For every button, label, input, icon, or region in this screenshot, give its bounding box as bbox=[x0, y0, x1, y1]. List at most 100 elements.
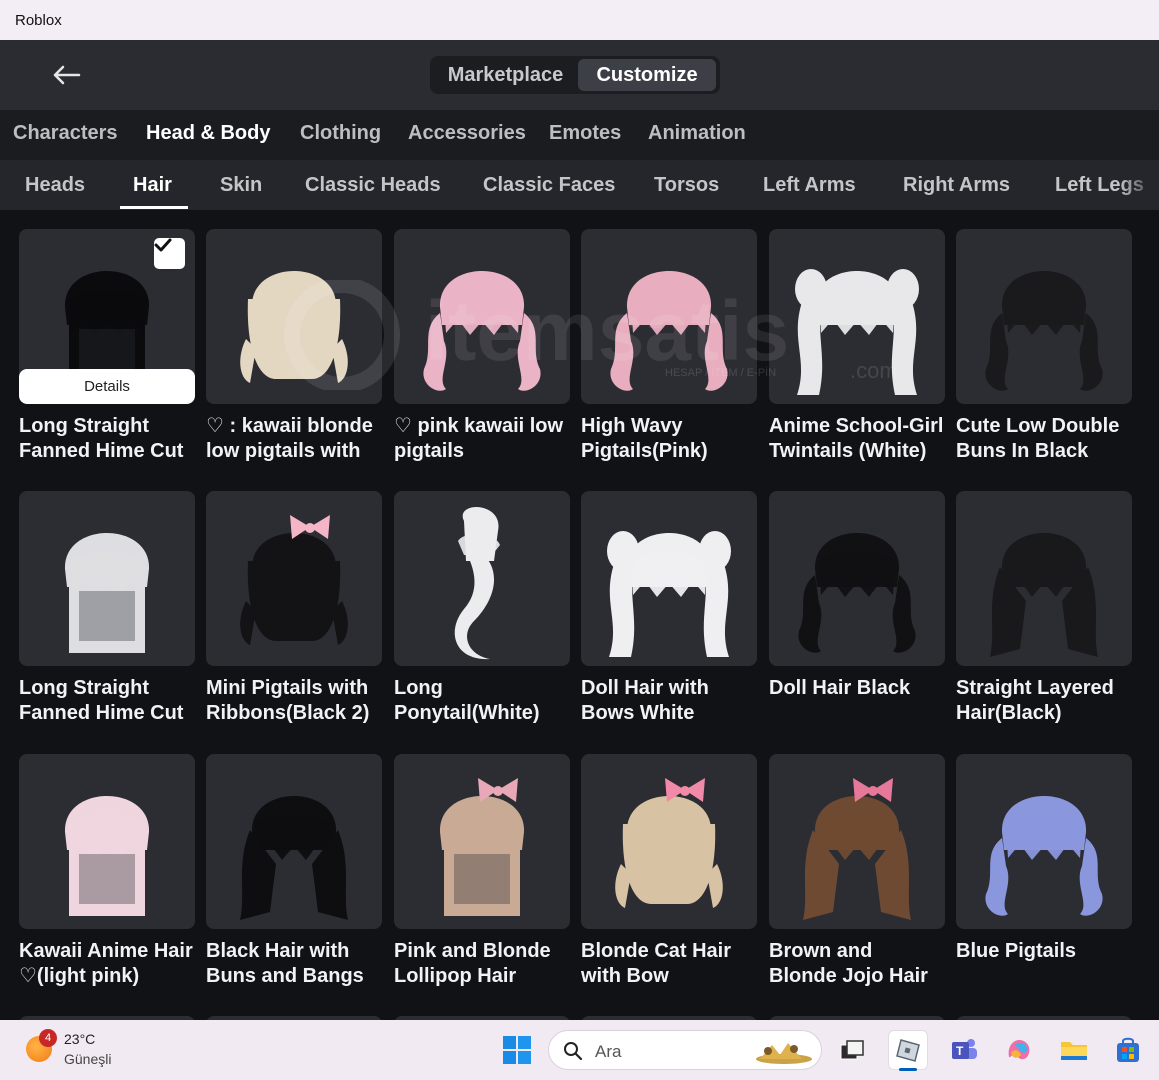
item-card[interactable]: Doll Hair with Bows White bbox=[581, 491, 757, 726]
item-card[interactable]: Details Long Straight Fanned Hime Cut bbox=[19, 229, 195, 464]
item-name: Blonde Cat Hair with Bow bbox=[581, 940, 732, 987]
start-icon[interactable] bbox=[502, 1035, 532, 1065]
weather-temperature[interactable]: 23°C bbox=[64, 1031, 95, 1047]
back-button[interactable] bbox=[46, 58, 86, 92]
item-card[interactable]: Brown and Blonde Jojo Hair bbox=[769, 754, 945, 989]
subtab-skin[interactable]: Skin bbox=[220, 174, 262, 197]
item-name: Brown and Blonde Jojo Hair bbox=[769, 940, 928, 987]
store-icon[interactable] bbox=[1108, 1030, 1148, 1070]
copilot-icon[interactable] bbox=[999, 1030, 1039, 1070]
item-thumbnail[interactable] bbox=[956, 229, 1132, 404]
item-name: Doll Hair with Bows White bbox=[581, 677, 709, 724]
item-thumbnail[interactable] bbox=[394, 491, 570, 666]
item-thumbnail[interactable] bbox=[956, 754, 1132, 929]
item-card[interactable]: Long Ponytail(White) bbox=[394, 491, 570, 726]
item-thumbnail[interactable] bbox=[956, 491, 1132, 666]
window-title: Roblox bbox=[0, 0, 1159, 40]
search-highlight-icon bbox=[756, 1043, 812, 1064]
category-emotes[interactable]: Emotes bbox=[549, 122, 621, 145]
tab-marketplace[interactable]: Marketplace bbox=[433, 59, 578, 91]
subtab-classic-heads[interactable]: Classic Heads bbox=[305, 174, 441, 197]
subtab-left-arms[interactable]: Left Arms bbox=[763, 174, 856, 197]
item-name: Black Hair with Buns and Bangs bbox=[206, 940, 364, 987]
item-thumbnail[interactable] bbox=[769, 229, 945, 404]
item-name: High Wavy Pigtails(Pink) bbox=[581, 415, 708, 462]
hair-preview-icon bbox=[240, 796, 348, 920]
hair-preview-icon bbox=[615, 778, 723, 908]
item-thumbnail[interactable] bbox=[206, 229, 382, 404]
item-thumbnail[interactable] bbox=[581, 229, 757, 404]
hair-preview-icon bbox=[64, 533, 150, 653]
item-thumbnail[interactable] bbox=[394, 754, 570, 929]
item-thumbnail[interactable] bbox=[394, 229, 570, 404]
item-card[interactable]: Black Hair with Buns and Bangs bbox=[206, 754, 382, 989]
hair-preview-icon bbox=[64, 796, 150, 916]
item-thumbnail[interactable] bbox=[19, 754, 195, 929]
taskbar-search[interactable]: Ara bbox=[548, 1030, 822, 1070]
item-card[interactable]: Long Straight Fanned Hime Cut bbox=[19, 491, 195, 726]
taskbar: 4 23°C Güneşli Ara T bbox=[0, 1020, 1159, 1080]
hair-preview-icon bbox=[240, 515, 348, 645]
category-animation[interactable]: Animation bbox=[648, 122, 746, 145]
item-name: Cute Low Double Buns In Black bbox=[956, 415, 1120, 462]
item-card[interactable]: ♡ pink kawaii low pigtails bbox=[394, 229, 570, 464]
hair-preview-icon bbox=[454, 507, 500, 660]
checkmark-icon bbox=[154, 238, 172, 252]
hair-preview-icon bbox=[990, 533, 1098, 657]
subtab-torsos[interactable]: Torsos bbox=[654, 174, 719, 197]
item-thumbnail[interactable] bbox=[769, 754, 945, 929]
file-explorer-icon[interactable] bbox=[1054, 1030, 1094, 1070]
item-name: Pink and Blonde Lollipop Hair bbox=[394, 940, 551, 987]
item-name: ♡ pink kawaii low pigtails bbox=[394, 415, 564, 462]
weather-description[interactable]: Güneşli bbox=[64, 1051, 111, 1067]
details-button[interactable]: Details bbox=[19, 369, 195, 404]
category-accessories[interactable]: Accessories bbox=[408, 122, 526, 145]
item-name: Long Ponytail(White) bbox=[394, 677, 540, 724]
category-head-and-body[interactable]: Head & Body bbox=[146, 122, 270, 145]
category-clothing[interactable]: Clothing bbox=[300, 122, 381, 145]
item-grid: Details Long Straight Fanned Hime Cut ♡ : … bbox=[0, 210, 1159, 1020]
item-name: ♡ : kawaii blonde low pigtails with bbox=[206, 415, 373, 462]
item-card[interactable]: Blue Pigtails bbox=[956, 754, 1132, 989]
subtab-heads[interactable]: Heads bbox=[25, 174, 85, 197]
tab-customize[interactable]: Customize bbox=[578, 59, 716, 91]
item-card[interactable]: Pink and Blonde Lollipop Hair bbox=[394, 754, 570, 989]
item-thumbnail[interactable] bbox=[769, 491, 945, 666]
hair-preview-icon bbox=[795, 269, 919, 395]
category-characters[interactable]: Characters bbox=[13, 122, 118, 145]
hair-preview-icon bbox=[610, 271, 728, 391]
search-placeholder: Ara bbox=[595, 1042, 622, 1061]
hair-preview-icon bbox=[439, 778, 525, 916]
search-icon bbox=[564, 1042, 583, 1061]
hair-preview-icon bbox=[803, 778, 911, 920]
item-thumbnail[interactable] bbox=[581, 491, 757, 666]
item-thumbnail[interactable] bbox=[581, 754, 757, 929]
task-view-icon[interactable] bbox=[832, 1030, 872, 1070]
item-card[interactable]: Mini Pigtails with Ribbons(Black 2) bbox=[206, 491, 382, 726]
item-thumbnail[interactable] bbox=[19, 491, 195, 666]
item-card[interactable]: Anime School-Girl Twintails (White) bbox=[769, 229, 945, 464]
category-tabs: Characters Head & Body Clothing Accessor… bbox=[0, 110, 1159, 160]
equipped-checkbox[interactable] bbox=[154, 238, 185, 269]
subtab-right-arms[interactable]: Right Arms bbox=[903, 174, 1010, 197]
subtab-classic-faces[interactable]: Classic Faces bbox=[483, 174, 615, 197]
item-thumbnail[interactable] bbox=[206, 491, 382, 666]
hair-preview-icon bbox=[240, 271, 348, 383]
teams-icon[interactable]: T bbox=[944, 1030, 984, 1070]
roblox-icon[interactable] bbox=[888, 1030, 928, 1070]
item-card[interactable]: High Wavy Pigtails(Pink) bbox=[581, 229, 757, 464]
hair-preview-icon bbox=[985, 796, 1103, 916]
subtab-hair[interactable]: Hair bbox=[133, 174, 172, 197]
item-card[interactable]: Blonde Cat Hair with Bow bbox=[581, 754, 757, 989]
hair-preview-icon bbox=[985, 271, 1103, 391]
item-name: Blue Pigtails bbox=[956, 940, 1077, 962]
item-name: Straight Layered Hair(Black) bbox=[956, 677, 1114, 724]
item-thumbnail[interactable] bbox=[206, 754, 382, 929]
item-card[interactable]: Straight Layered Hair(Black) bbox=[956, 491, 1132, 726]
item-card[interactable]: Cute Low Double Buns In Black bbox=[956, 229, 1132, 464]
item-card[interactable]: ♡ : kawaii blonde low pigtails with bbox=[206, 229, 382, 464]
subcategory-tabs: Heads Hair Skin Classic Heads Classic Fa… bbox=[0, 160, 1159, 210]
item-card[interactable]: Kawaii Anime Hair ♡(light pink) bbox=[19, 754, 195, 989]
item-card[interactable]: Doll Hair Black bbox=[769, 491, 945, 726]
item-thumbnail[interactable]: Details bbox=[19, 229, 195, 404]
